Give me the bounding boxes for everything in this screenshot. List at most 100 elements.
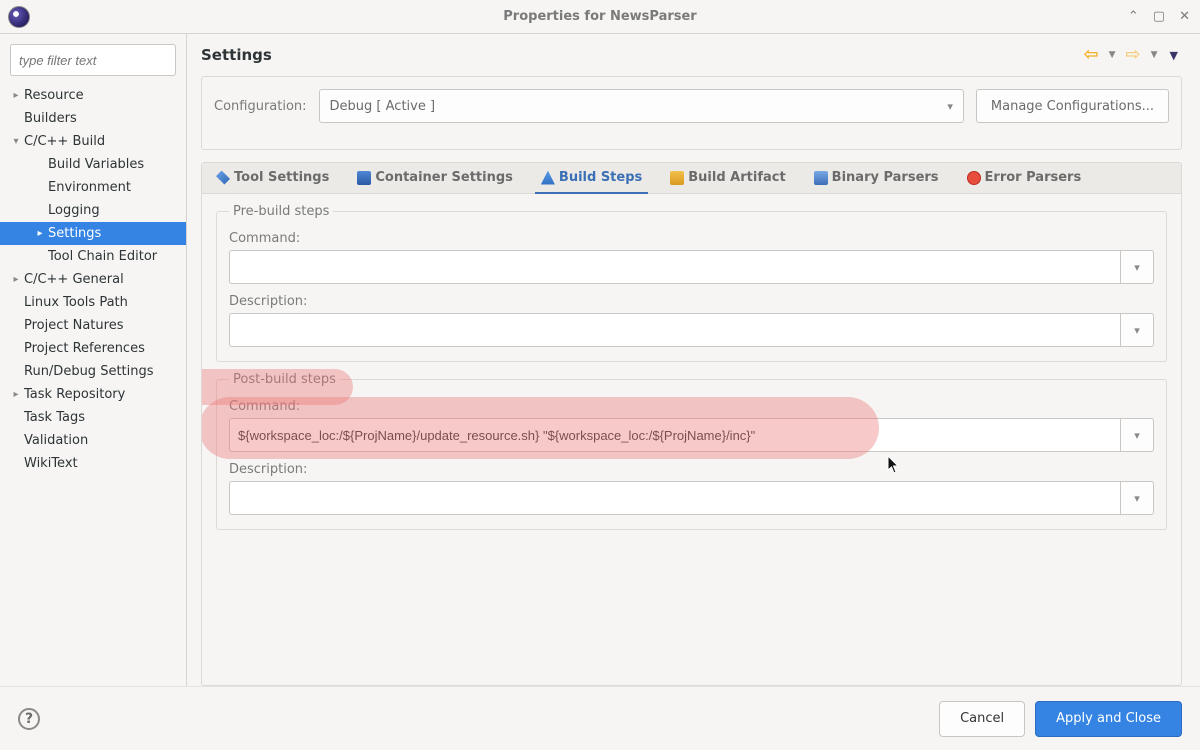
heading-row: Settings ⇦ ▼ ⇨ ▼ ▼ — [201, 46, 1182, 64]
tree-item-label: Tool Chain Editor — [48, 249, 157, 264]
tab-build-artifact[interactable]: Build Artifact — [656, 163, 799, 193]
tree-item[interactable]: ▸Builders — [0, 107, 186, 130]
post-command-label: Command: — [229, 399, 1154, 414]
sidebar: ▸Resource▸Builders▾C/C++ Build▸Build Var… — [0, 34, 187, 686]
pre-description-input[interactable] — [229, 313, 1120, 347]
tab-build-steps[interactable]: Build Steps — [527, 163, 656, 193]
twisty-placeholder: ▸ — [34, 228, 46, 239]
tree-item-label: Task Repository — [24, 387, 125, 402]
nav-back-menu-icon[interactable]: ▼ — [1105, 50, 1120, 60]
tree-item-label: Project References — [24, 341, 145, 356]
twisty-placeholder: ▸ — [10, 113, 22, 124]
tree-item[interactable]: ▸Validation — [0, 429, 186, 452]
configuration-select[interactable]: Debug [ Active ] — [319, 89, 964, 123]
tree-item[interactable]: ▸Resource — [0, 84, 186, 107]
maximize-icon[interactable]: ▢ — [1153, 9, 1165, 24]
pre-command-dropdown[interactable]: ▾ — [1120, 250, 1154, 284]
tree-item-label: Resource — [24, 88, 84, 103]
manage-configurations-button[interactable]: Manage Configurations... — [976, 89, 1169, 123]
tab-container-settings[interactable]: Container Settings — [343, 163, 527, 193]
configuration-value: Debug [ Active ] — [330, 99, 436, 114]
properties-dialog: Properties for NewsParser ⌃ ▢ ✕ ▸Resourc… — [0, 0, 1200, 750]
tree-item-label: C/C++ Build — [24, 134, 105, 149]
tree-item-label: Project Natures — [24, 318, 123, 333]
tree-item[interactable]: ▾C/C++ Build — [0, 130, 186, 153]
artifact-icon — [670, 171, 684, 185]
heading-nav: ⇦ ▼ ⇨ ▼ ▼ — [1082, 46, 1183, 64]
help-icon[interactable]: ? — [18, 708, 40, 730]
tree-item-label: Task Tags — [24, 410, 85, 425]
tree-item[interactable]: ▸WikiText — [0, 452, 186, 475]
dialog-footer: ? Cancel Apply and Close — [0, 686, 1200, 750]
twisty-placeholder: ▸ — [10, 366, 22, 377]
main-pane: Settings ⇦ ▼ ⇨ ▼ ▼ Configuration: Debug … — [187, 34, 1200, 686]
tree-item-label: Settings — [48, 226, 101, 241]
tree-item[interactable]: ▸Run/Debug Settings — [0, 360, 186, 383]
nav-forward-menu-icon[interactable]: ▼ — [1147, 50, 1162, 60]
category-tree[interactable]: ▸Resource▸Builders▾C/C++ Build▸Build Var… — [0, 82, 186, 686]
container-icon — [357, 171, 371, 185]
twisty-placeholder: ▸ — [10, 412, 22, 423]
chevron-right-icon[interactable]: ▸ — [10, 389, 22, 400]
error-icon — [967, 171, 981, 185]
tree-item[interactable]: ▸Task Repository — [0, 383, 186, 406]
binary-icon — [814, 171, 828, 185]
tab-tool-settings[interactable]: Tool Settings — [202, 163, 343, 193]
post-command-dropdown[interactable]: ▾ — [1120, 418, 1154, 452]
tree-item-label: Environment — [48, 180, 131, 195]
wrench-icon — [216, 171, 230, 185]
cancel-button[interactable]: Cancel — [939, 701, 1025, 737]
tree-item[interactable]: ▸Tool Chain Editor — [0, 245, 186, 268]
post-description-combo: ▾ — [229, 481, 1154, 515]
post-build-group: Post-build steps Command: ▾ Description:… — [216, 372, 1167, 530]
tree-item[interactable]: ▸Environment — [0, 176, 186, 199]
tree-item[interactable]: ▸Linux Tools Path — [0, 291, 186, 314]
post-description-input[interactable] — [229, 481, 1120, 515]
tree-item[interactable]: ▸Build Variables — [0, 153, 186, 176]
post-command-input[interactable] — [229, 418, 1120, 452]
tree-item-label: Linux Tools Path — [24, 295, 128, 310]
pre-description-dropdown[interactable]: ▾ — [1120, 313, 1154, 347]
post-build-legend: Post-build steps — [229, 372, 340, 387]
page-title: Settings — [201, 46, 272, 64]
view-menu-icon[interactable]: ▼ — [1166, 49, 1182, 62]
twisty-placeholder: ▸ — [10, 343, 22, 354]
titlebar: Properties for NewsParser ⌃ ▢ ✕ — [0, 0, 1200, 34]
tree-item[interactable]: ▸Logging — [0, 199, 186, 222]
minimize-icon[interactable]: ⌃ — [1128, 9, 1139, 24]
settings-tabs: Tool Settings Container Settings Build S… — [201, 162, 1182, 686]
apply-and-close-button[interactable]: Apply and Close — [1035, 701, 1182, 737]
post-command-combo: ▾ — [229, 418, 1154, 452]
tree-item[interactable]: ▸Project References — [0, 337, 186, 360]
eclipse-icon — [8, 6, 30, 28]
chevron-down-icon[interactable]: ▾ — [10, 136, 22, 147]
close-icon[interactable]: ✕ — [1179, 9, 1190, 24]
tree-item[interactable]: ▸C/C++ General — [0, 268, 186, 291]
tab-binary-parsers[interactable]: Binary Parsers — [800, 163, 953, 193]
tree-item-label: Builders — [24, 111, 77, 126]
tree-item[interactable]: ▸Project Natures — [0, 314, 186, 337]
steps-icon — [541, 171, 555, 185]
tab-error-parsers[interactable]: Error Parsers — [953, 163, 1096, 193]
tree-item-label: WikiText — [24, 456, 78, 471]
tree-item-label: Validation — [24, 433, 88, 448]
chevron-right-icon[interactable]: ▸ — [10, 90, 22, 101]
twisty-placeholder: ▸ — [34, 205, 46, 216]
configuration-bar: Configuration: Debug [ Active ] Manage C… — [201, 76, 1182, 150]
tree-item[interactable]: ▸Task Tags — [0, 406, 186, 429]
nav-back-icon[interactable]: ⇦ — [1082, 46, 1101, 64]
window-title: Properties for NewsParser — [0, 9, 1200, 24]
post-description-dropdown[interactable]: ▾ — [1120, 481, 1154, 515]
post-description-label: Description: — [229, 462, 1154, 477]
tree-item-label: Build Variables — [48, 157, 144, 172]
tree-item-label: Run/Debug Settings — [24, 364, 154, 379]
tabs-body: Pre-build steps Command: ▾ Description: … — [202, 194, 1181, 685]
chevron-right-icon[interactable]: ▸ — [10, 274, 22, 285]
filter-input[interactable] — [10, 44, 176, 76]
tree-item[interactable]: ▸Settings — [0, 222, 186, 245]
nav-forward-icon[interactable]: ⇨ — [1124, 46, 1143, 64]
pre-build-group: Pre-build steps Command: ▾ Description: … — [216, 204, 1167, 362]
pre-command-input[interactable] — [229, 250, 1120, 284]
twisty-placeholder: ▸ — [34, 251, 46, 262]
window-controls: ⌃ ▢ ✕ — [1128, 9, 1200, 24]
